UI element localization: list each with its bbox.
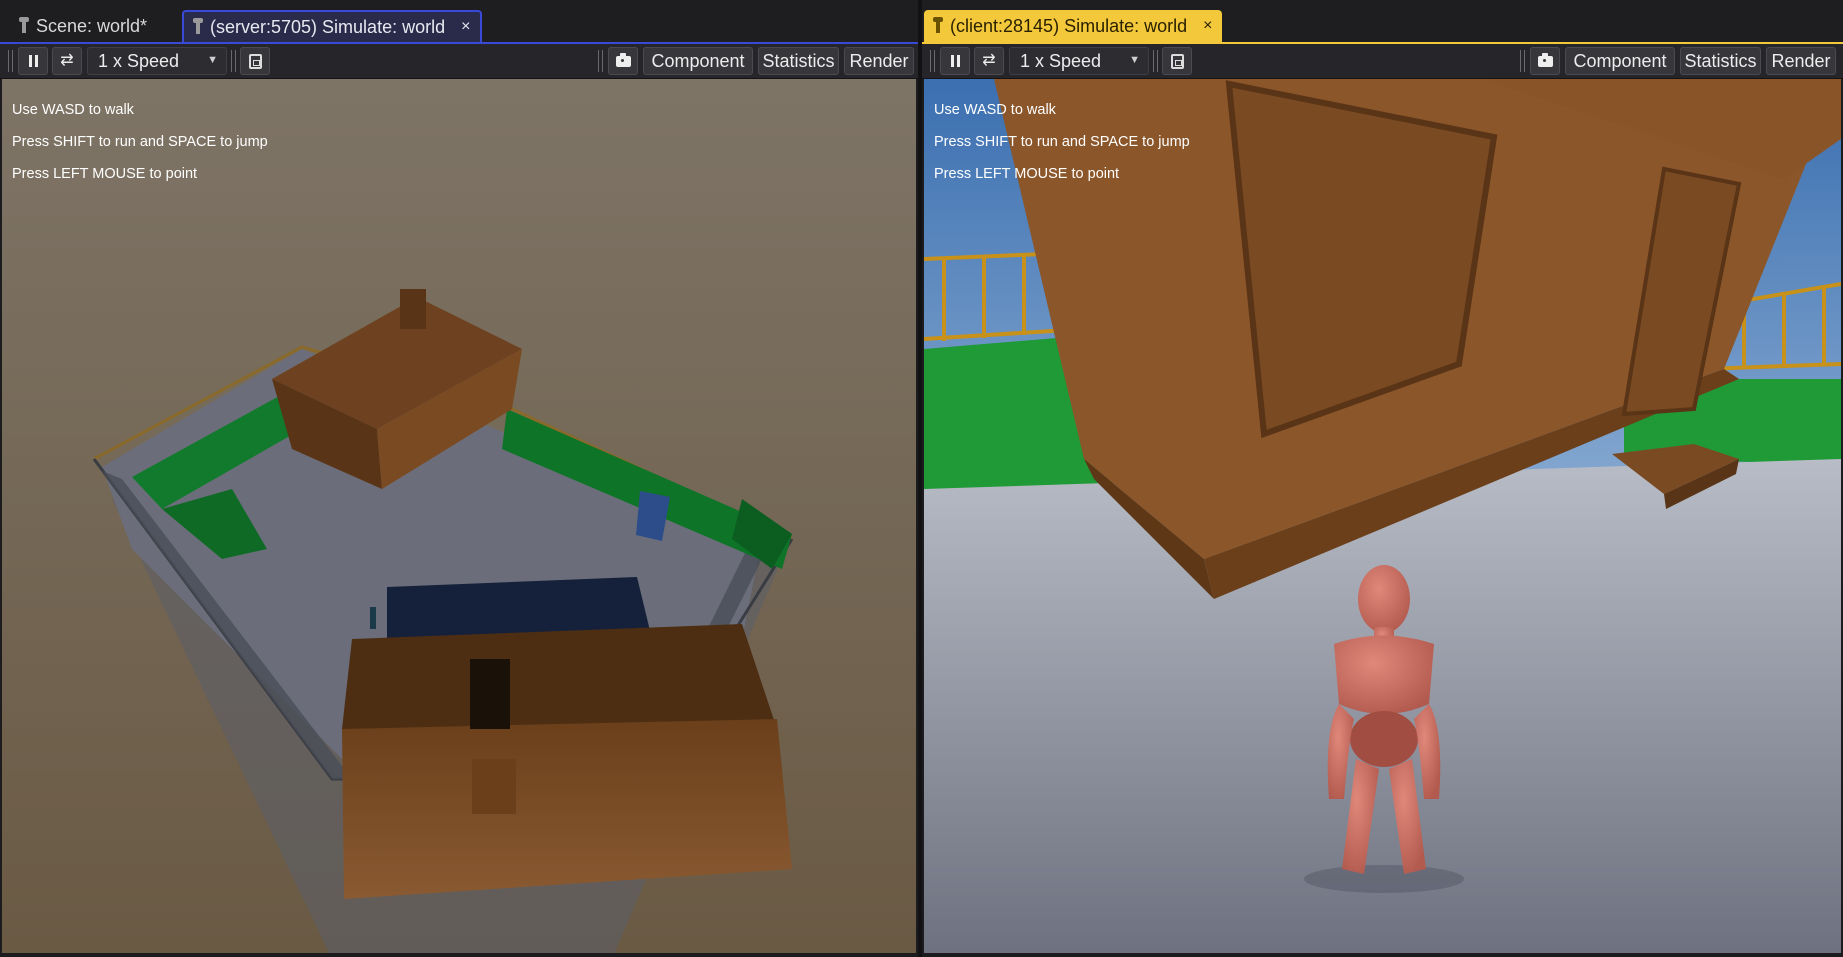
tab-bar: Scene: world* (server:5705) Simulate: wo… (0, 0, 918, 42)
server-simulation-pane: Scene: world* (server:5705) Simulate: wo… (0, 0, 918, 957)
hint-text: Press LEFT MOUSE to point (934, 166, 1120, 182)
pin-icon (933, 17, 943, 33)
component-button[interactable]: Component (643, 47, 753, 75)
speed-value: 1 x Speed (1020, 50, 1102, 71)
simulation-toolbar: ⇄ 1 x Speed ▼ Component Statistics Rende… (0, 44, 918, 79)
close-icon[interactable]: × (461, 18, 470, 36)
swap-icon: ⇄ (60, 52, 74, 69)
save-icon (248, 53, 262, 69)
tab-bar: (client:28145) Simulate: world × (922, 0, 1843, 42)
toolbar-grip[interactable] (8, 50, 13, 72)
swap-icon: ⇄ (982, 52, 996, 69)
simulation-toolbar: ⇄ 1 x Speed ▼ Component Statistics Rende… (922, 44, 1843, 79)
chevron-down-icon: ▼ (1129, 54, 1140, 66)
speed-value: 1 x Speed (98, 50, 180, 71)
tab-client-simulate[interactable]: (client:28145) Simulate: world × (924, 10, 1223, 42)
house-roof (342, 624, 777, 729)
toolbar-grip[interactable] (1520, 50, 1525, 72)
tab-label: (client:28145) Simulate: world (950, 15, 1188, 36)
chevron-down-icon: ▼ (207, 54, 218, 66)
toolbar-grip[interactable] (1153, 50, 1158, 72)
server-viewport[interactable]: Use WASD to walk Press SHIFT to run and … (2, 79, 916, 953)
pause-button[interactable] (18, 47, 48, 75)
save-button[interactable] (1162, 47, 1192, 75)
tab-label: Scene: world* (36, 15, 148, 36)
pin-icon (193, 18, 203, 34)
component-button[interactable]: Component (1565, 47, 1675, 75)
hint-text: Use WASD to walk (12, 102, 134, 118)
pause-button[interactable] (940, 47, 970, 75)
swap-view-button[interactable]: ⇄ (52, 47, 82, 75)
client-scene-render (924, 79, 1841, 953)
camera-icon (615, 52, 631, 67)
hint-text: Press LEFT MOUSE to point (12, 166, 198, 182)
tab-label: (server:5705) Simulate: world (210, 16, 446, 37)
save-button[interactable] (240, 47, 270, 75)
toolbar-grip[interactable] (231, 50, 236, 72)
pause-icon (950, 55, 960, 67)
tab-server-simulate[interactable]: (server:5705) Simulate: world × (182, 10, 483, 42)
screenshot-button[interactable] (1530, 47, 1560, 75)
screenshot-button[interactable] (608, 47, 638, 75)
tab-scene-world[interactable]: Scene: world* (10, 10, 157, 42)
client-simulation-pane: (client:28145) Simulate: world × ⇄ 1 x S… (922, 0, 1843, 957)
toolbar-grip[interactable] (598, 50, 603, 72)
save-icon (1170, 53, 1184, 69)
statistics-button[interactable]: Statistics (1680, 47, 1761, 75)
statistics-button[interactable]: Statistics (758, 47, 839, 75)
render-button[interactable]: Render (1766, 47, 1836, 75)
toolbar-grip[interactable] (930, 50, 935, 72)
render-button[interactable]: Render (844, 47, 914, 75)
camera-icon (1537, 52, 1553, 67)
control-hints: Use WASD to walk Press SHIFT to run and … (12, 101, 268, 197)
control-hints: Use WASD to walk Press SHIFT to run and … (934, 101, 1190, 197)
client-viewport[interactable]: Use WASD to walk Press SHIFT to run and … (924, 79, 1841, 953)
speed-select[interactable]: 1 x Speed ▼ (87, 47, 227, 75)
close-icon[interactable]: × (1203, 17, 1212, 35)
hint-text: Press SHIFT to run and SPACE to jump (12, 134, 268, 150)
hint-text: Press SHIFT to run and SPACE to jump (934, 134, 1190, 150)
hint-text: Use WASD to walk (934, 102, 1056, 118)
swap-view-button[interactable]: ⇄ (974, 47, 1004, 75)
pause-icon (28, 55, 38, 67)
speed-select[interactable]: 1 x Speed ▼ (1009, 47, 1149, 75)
pin-icon (19, 17, 29, 33)
server-scene-render (2, 79, 916, 953)
